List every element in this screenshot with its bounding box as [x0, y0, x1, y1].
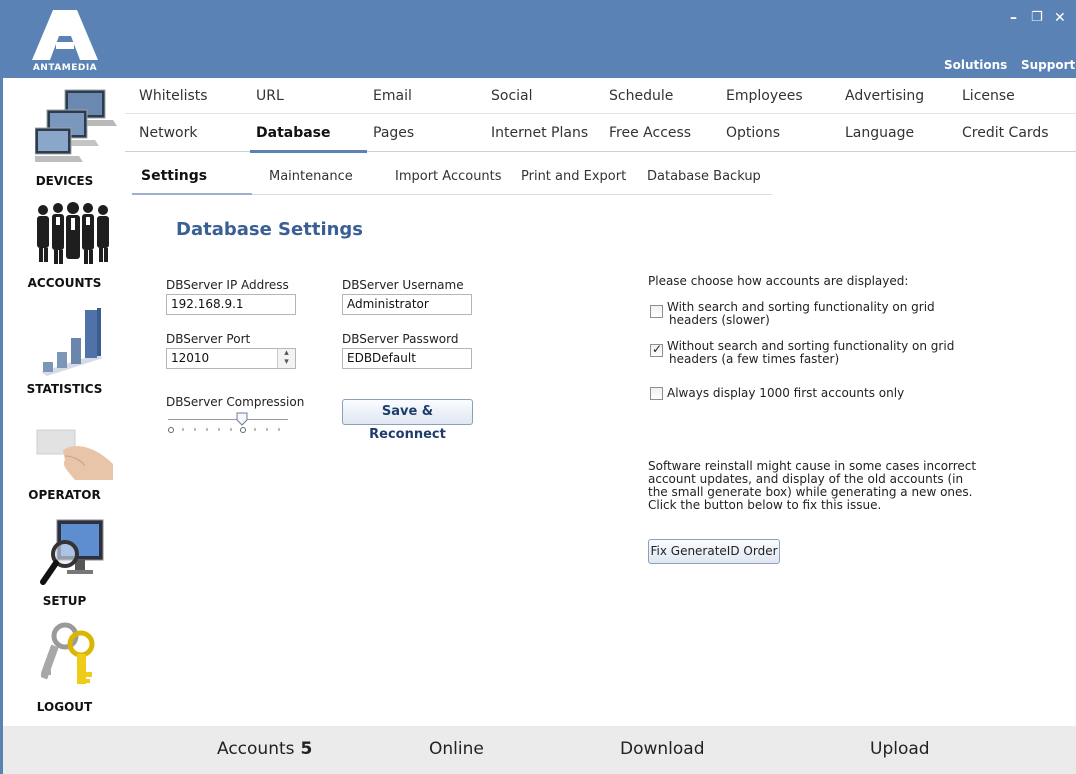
tab-options[interactable]: Options [726, 125, 780, 141]
tab-internet-plans[interactable]: Internet Plans [491, 125, 588, 141]
display-options-heading: Please choose how accounts are displayed… [648, 274, 909, 288]
tab-schedule[interactable]: Schedule [609, 88, 673, 104]
option-slower-line2: headers (slower) [669, 313, 770, 327]
subtab-maintenance[interactable]: Maintenance [269, 169, 353, 184]
tab-whitelists[interactable]: Whitelists [139, 88, 208, 104]
sidebar-label-accounts: ACCOUNTS [27, 276, 102, 290]
sidebar-item-logout[interactable]: LOGOUT [3, 618, 126, 718]
status-accounts-label: Accounts [217, 739, 295, 759]
monitor-magnifier-icon [40, 519, 104, 585]
port-input[interactable]: 12010 ▴ ▾ [166, 348, 296, 369]
sidebar-item-devices[interactable]: DEVICES [3, 84, 126, 190]
option-1000-checkbox[interactable] [650, 387, 663, 400]
tab-advertising[interactable]: Advertising [845, 88, 924, 104]
sidebar-item-statistics[interactable]: STATISTICS [3, 300, 126, 400]
tab-social[interactable]: Social [491, 88, 533, 104]
password-label: DBServer Password [342, 332, 459, 346]
fix-description-line4: Click the button below to fix this issue… [648, 498, 882, 512]
tab-language[interactable]: Language [845, 125, 914, 141]
tab-url[interactable]: URL [256, 88, 284, 104]
password-input[interactable]: EDBDefault [342, 348, 472, 369]
people-icon [37, 202, 109, 264]
tab-employees[interactable]: Employees [726, 88, 803, 104]
logo-text: ANTAMEDIA [32, 63, 98, 73]
active-tab-indicator [250, 150, 367, 153]
antamedia-logo: ANTAMEDIA [30, 8, 100, 76]
tab-database[interactable]: Database [256, 125, 331, 141]
tab-row-divider [125, 113, 1076, 114]
tab-free-access[interactable]: Free Access [609, 125, 691, 141]
active-subtab-indicator [132, 193, 252, 195]
subtab-print-and-export[interactable]: Print and Export [521, 169, 626, 184]
sidebar-label-operator: OPERATOR [28, 488, 101, 502]
username-input[interactable]: Administrator [342, 294, 472, 315]
fix-generateid-button[interactable]: Fix GenerateID Order [648, 539, 780, 564]
status-accounts-count: 5 [300, 739, 313, 759]
tab-network[interactable]: Network [139, 125, 197, 141]
sidebar-label-logout: LOGOUT [36, 700, 93, 714]
port-value: 12010 [171, 351, 210, 365]
slider-thumb[interactable] [236, 412, 248, 426]
tab-pages[interactable]: Pages [373, 125, 414, 141]
page-title: Database Settings [176, 219, 364, 240]
support-link[interactable]: Support [1021, 58, 1075, 72]
keys-icon [41, 622, 95, 684]
status-bar: Accounts 5 Online Download Upload [0, 726, 1076, 774]
minimize-button[interactable]: – [1010, 10, 1017, 26]
fix-description: Software reinstall might cause in some c… [648, 460, 976, 512]
status-online: Online [429, 739, 484, 759]
subtab-database-backup[interactable]: Database Backup [647, 169, 761, 184]
sidebar-item-setup[interactable]: SETUP [3, 512, 126, 612]
option-slower-label: With search and sorting functionality on… [667, 301, 935, 327]
sidebar-label-devices: DEVICES [35, 174, 94, 188]
sidebar-label-statistics: STATISTICS [26, 382, 103, 396]
sidebar-item-accounts[interactable]: ACCOUNTS [3, 196, 126, 296]
sidebar-label-setup: SETUP [42, 594, 87, 608]
option-faster-line2: headers (a few times faster) [669, 352, 840, 366]
close-button[interactable]: ✕ [1054, 10, 1066, 26]
compression-slider[interactable] [168, 412, 292, 436]
slider-ticks [168, 427, 280, 433]
tab-credit-cards[interactable]: Credit Cards [962, 125, 1049, 141]
hand-card-icon [36, 429, 113, 480]
ip-address-input[interactable]: 192.168.9.1 [166, 294, 296, 315]
ip-address-label: DBServer IP Address [166, 278, 289, 292]
computers-icon [35, 89, 117, 162]
tab-email[interactable]: Email [373, 88, 412, 104]
slider-track [168, 419, 288, 420]
status-accounts: Accounts 5 [217, 739, 312, 759]
option-faster-checkbox[interactable]: ✓ [650, 342, 663, 357]
title-bar: ANTAMEDIA – ❐ ✕ Solutions Support [0, 0, 1076, 78]
tab-license[interactable]: License [962, 88, 1015, 104]
option-1000-label: Always display 1000 first accounts only [667, 386, 905, 400]
subtab-settings[interactable]: Settings [141, 168, 207, 184]
save-reconnect-button[interactable]: Save & Reconnect [342, 399, 473, 442]
compression-label: DBServer Compression [166, 395, 305, 409]
stepper-down-icon[interactable]: ▾ [278, 358, 295, 367]
sidebar-item-operator[interactable]: OPERATOR [3, 406, 126, 506]
restore-button[interactable]: ❐ [1031, 10, 1043, 25]
logo-a-icon [32, 10, 98, 60]
option-faster-label: Without search and sorting functionality… [667, 340, 954, 366]
status-download: Download [620, 739, 705, 759]
check-mark-icon: ✓ [652, 342, 663, 356]
solutions-link[interactable]: Solutions [944, 58, 1007, 72]
status-upload: Upload [870, 739, 930, 759]
sidebar: DEVICES ACCOUNTS STATISTICS OPERATOR SET… [0, 78, 123, 726]
port-stepper[interactable]: ▴ ▾ [277, 349, 295, 368]
subtab-import-accounts[interactable]: Import Accounts [395, 169, 502, 184]
username-label: DBServer Username [342, 278, 464, 292]
bar-chart-icon [41, 308, 103, 376]
option-slower-checkbox[interactable] [650, 305, 663, 318]
port-label: DBServer Port [166, 332, 251, 346]
